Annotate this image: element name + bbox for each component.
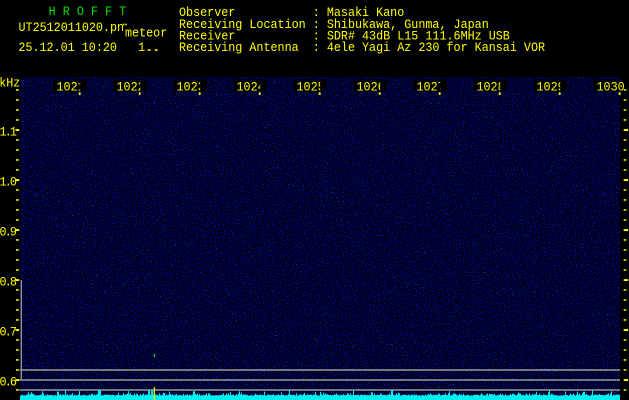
svg-text:0.9: 0.9 — [0, 225, 17, 240]
svg-text:H R O F F T: H R O F F T — [49, 5, 126, 20]
svg-text:0.8: 0.8 — [0, 275, 17, 290]
svg-text:0.7: 0.7 — [0, 325, 17, 340]
svg-text:0.6: 0.6 — [0, 375, 17, 390]
svg-text:25.12.01 10:20 1: 25.12.01 10:20 1 — [18, 40, 145, 55]
svg-text:Receiving Antenna : 4ele Yagi: Receiving Antenna : 4ele Yagi Az 230 for… — [179, 41, 546, 56]
svg-text:1.0: 1.0 — [0, 175, 17, 190]
svg-text:UT2512011020.pn: UT2512011020.pn — [18, 21, 124, 36]
svg-text:1.1: 1.1 — [0, 125, 17, 140]
svg-text:kHz: kHz — [0, 76, 20, 91]
svg-text:meteor: meteor — [125, 26, 167, 41]
